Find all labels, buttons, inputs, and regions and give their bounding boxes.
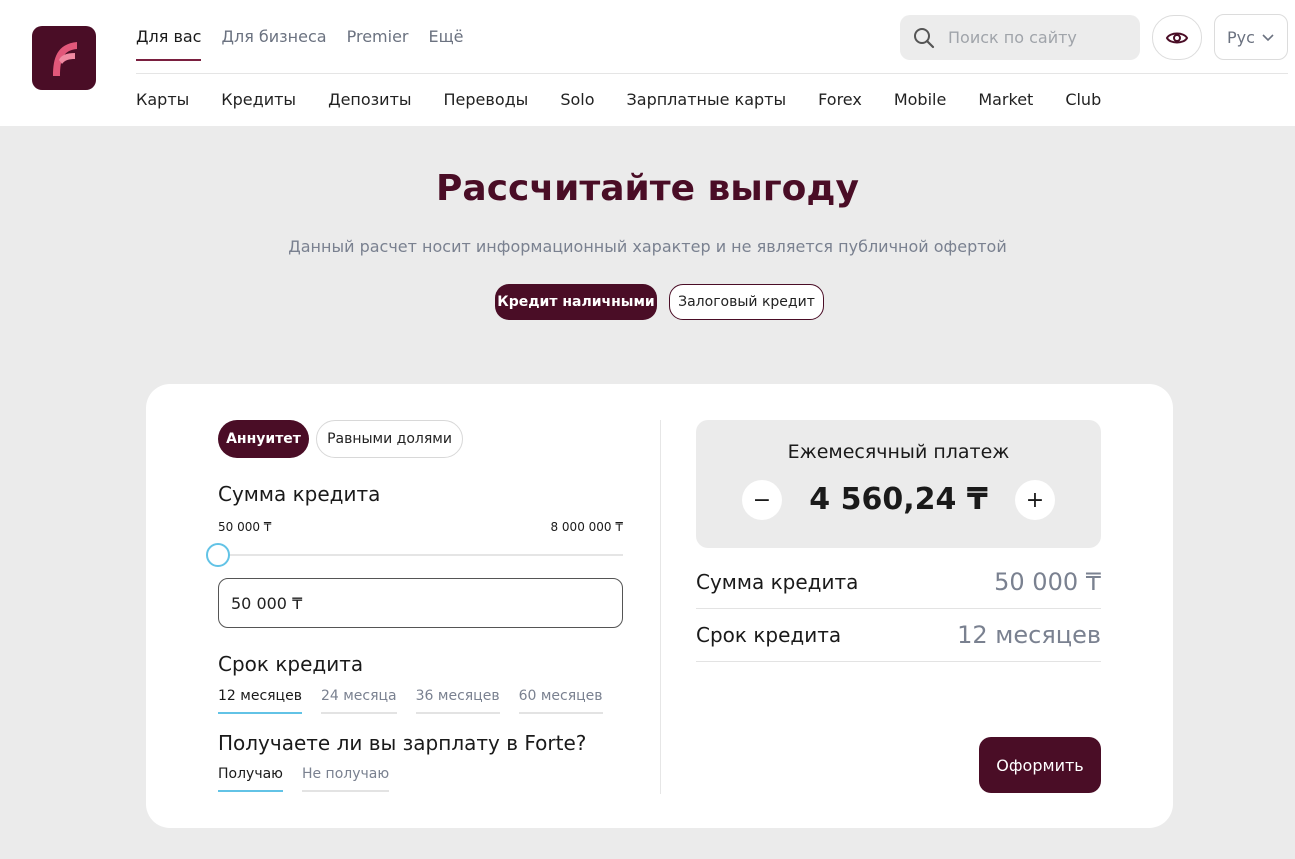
forte-logo[interactable] (32, 26, 96, 90)
sub-nav-item-market[interactable]: Market (978, 90, 1033, 109)
salary-question: Получаете ли вы зарплату в Forte? (218, 731, 587, 755)
top-nav-item-more[interactable]: Ещё (428, 0, 463, 73)
term-option-12[interactable]: 12 месяцев (218, 688, 302, 714)
amount-slider-thumb[interactable] (206, 543, 230, 567)
summary-amount-value: 50 000 ₸ (994, 568, 1101, 596)
eye-icon (1165, 32, 1189, 43)
plus-icon: + (1025, 487, 1045, 513)
sub-nav-item-club[interactable]: Club (1065, 90, 1101, 109)
term-title: Срок кредита (218, 652, 364, 676)
tab-annuity[interactable]: Аннуитет (218, 420, 309, 458)
sub-nav: Карты Кредиты Депозиты Переводы Solo Зар… (136, 74, 1133, 124)
chevron-down-icon (1262, 34, 1274, 42)
tab-cash-credit[interactable]: Кредит наличными (495, 284, 657, 320)
language-label: Рус (1227, 27, 1255, 47)
summary-term-label: Срок кредита (696, 623, 842, 647)
sub-nav-item-deposits[interactable]: Депозиты (328, 90, 411, 109)
summary-divider (696, 608, 1101, 609)
top-nav: Для вас Для бизнеса Premier Ещё (136, 0, 484, 73)
term-option-36[interactable]: 36 месяцев (415, 688, 500, 714)
amount-slider-track[interactable] (218, 554, 623, 556)
tab-secured-credit[interactable]: Залоговый кредит (669, 284, 824, 320)
search-box[interactable] (900, 15, 1140, 60)
tab-equal-parts[interactable]: Равными долями (316, 420, 463, 458)
amount-input[interactable] (218, 578, 623, 628)
summary-divider (696, 661, 1101, 662)
term-tabs: 12 месяцев 24 месяца 36 месяцев 60 месяц… (218, 688, 603, 714)
page-subtitle: Данный расчет носит информационный харак… (288, 237, 1007, 256)
amount-max-label: 8 000 000 ₸ (550, 520, 623, 534)
header: Для вас Для бизнеса Premier Ещё Рус Карт… (0, 0, 1295, 126)
apply-button[interactable]: Оформить (979, 737, 1101, 793)
summary-term-value: 12 месяцев (957, 621, 1101, 649)
search-icon (914, 27, 935, 48)
salary-tabs: Получаю Не получаю (218, 766, 390, 792)
sub-nav-item-solo[interactable]: Solo (560, 90, 594, 109)
top-nav-item-for-you[interactable]: Для вас (136, 0, 202, 73)
language-select[interactable]: Рус (1214, 14, 1288, 60)
accessibility-button[interactable] (1152, 15, 1202, 60)
salary-option-no[interactable]: Не получаю (301, 766, 390, 792)
salary-option-yes[interactable]: Получаю (218, 766, 283, 792)
term-option-60[interactable]: 60 месяцев (518, 688, 603, 714)
sub-nav-item-salary-cards[interactable]: Зарплатные карты (627, 90, 787, 109)
monthly-payment-title: Ежемесячный платеж (787, 441, 1010, 463)
search-input[interactable] (948, 28, 1128, 47)
amount-min-label: 50 000 ₸ (218, 520, 272, 534)
sub-nav-item-cards[interactable]: Карты (136, 90, 189, 109)
increase-button[interactable]: + (1015, 480, 1055, 520)
sub-nav-item-credits[interactable]: Кредиты (221, 90, 296, 109)
card-divider (660, 420, 661, 794)
summary-amount-label: Сумма кредита (696, 570, 859, 594)
term-option-24[interactable]: 24 месяца (320, 688, 397, 714)
page-title: Рассчитайте выгоду (436, 168, 859, 209)
sub-nav-item-forex[interactable]: Forex (818, 90, 862, 109)
amount-title: Сумма кредита (218, 482, 381, 506)
forte-logo-icon (53, 42, 77, 76)
top-nav-item-business[interactable]: Для бизнеса (221, 0, 326, 73)
sub-nav-item-transfers[interactable]: Переводы (444, 90, 529, 109)
sub-nav-item-mobile[interactable]: Mobile (894, 90, 946, 109)
top-nav-item-premier[interactable]: Premier (347, 0, 409, 73)
